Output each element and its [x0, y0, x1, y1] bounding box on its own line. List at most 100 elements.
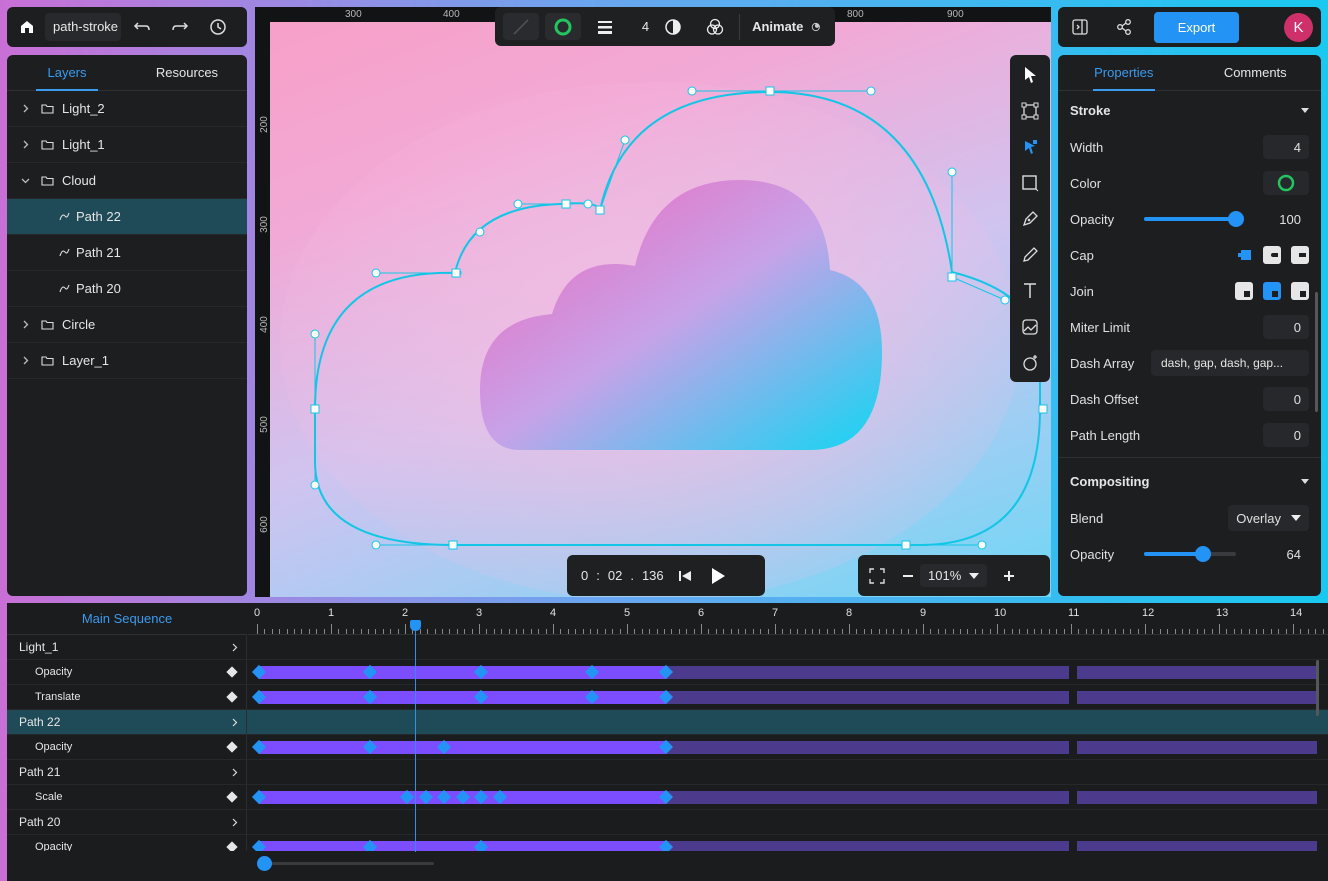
tab-comments[interactable]: Comments [1190, 55, 1322, 90]
stroke-section-header[interactable]: Stroke [1058, 91, 1321, 129]
zoom-out-icon[interactable] [902, 570, 914, 582]
add-keyframe-icon[interactable] [226, 691, 238, 703]
keyframe-track-active[interactable] [259, 691, 666, 704]
keyframe-track-idle[interactable] [1077, 741, 1317, 754]
keyframe-track-idle[interactable] [666, 666, 1069, 679]
cap-square-icon[interactable] [1291, 246, 1309, 264]
chevron-right-icon[interactable] [231, 768, 238, 777]
keyframe-track-idle[interactable] [666, 791, 1069, 804]
miter-limit-input[interactable]: 0 [1263, 315, 1309, 339]
keyframe-track-idle[interactable] [666, 691, 1069, 704]
keyframe-track-active[interactable] [259, 841, 666, 851]
timeline-row[interactable]: Opacity [7, 734, 1328, 760]
time-millis[interactable]: 136 [642, 568, 664, 583]
layer-item[interactable]: Path 22 [7, 199, 247, 235]
add-keyframe-icon[interactable] [226, 741, 238, 753]
skip-to-start-icon[interactable] [678, 569, 692, 583]
node-edit-tool-icon[interactable] [1010, 129, 1050, 165]
pencil-tool-icon[interactable] [1010, 237, 1050, 273]
scrollbar[interactable] [1315, 292, 1318, 412]
timeline-row-header[interactable]: Light_1 [7, 635, 247, 660]
select-tool-icon[interactable] [1010, 57, 1050, 93]
layer-item[interactable]: Light_1 [7, 127, 247, 163]
layer-item[interactable]: Light_2 [7, 91, 247, 127]
fit-screen-icon[interactable] [868, 567, 886, 585]
transform-tool-icon[interactable] [1010, 93, 1050, 129]
avatar[interactable]: K [1284, 12, 1313, 42]
chevron-right-icon[interactable] [21, 320, 35, 329]
keyframe-track-active[interactable] [259, 741, 666, 754]
zoom-select[interactable]: 101% [920, 564, 988, 587]
pen-tool-icon[interactable] [1010, 201, 1050, 237]
timeline-row[interactable]: Path 20 [7, 809, 1328, 835]
chevron-right-icon[interactable] [231, 643, 238, 652]
timeline-scroll-knob[interactable] [257, 856, 272, 871]
timeline-row-header[interactable]: Path 21 [7, 759, 247, 785]
playhead[interactable] [415, 620, 416, 852]
timeline-row[interactable]: Scale [7, 784, 1328, 810]
undo-icon[interactable] [125, 13, 159, 41]
timeline-row[interactable]: Light_1 [7, 635, 1328, 660]
stroke-opacity-value[interactable]: 100 [1263, 207, 1309, 231]
keyframe-track-idle[interactable] [1077, 691, 1317, 704]
add-keyframe-icon[interactable] [226, 666, 238, 678]
timeline-row-header[interactable]: Opacity [7, 834, 247, 851]
layer-item[interactable]: Cloud [7, 163, 247, 199]
timeline-row-header[interactable]: Opacity [7, 734, 247, 760]
timeline-row[interactable]: Path 22 [7, 709, 1328, 735]
timeline-row[interactable]: Path 21 [7, 759, 1328, 785]
share-icon[interactable] [1110, 13, 1138, 41]
compositing-opacity-slider[interactable] [1144, 546, 1236, 562]
keyframe-track-idle[interactable] [1077, 841, 1317, 851]
history-icon[interactable] [201, 13, 235, 41]
play-icon[interactable] [710, 567, 726, 585]
keyframe-track-idle[interactable] [666, 741, 1069, 754]
timeline-row-header[interactable]: Path 22 [7, 709, 247, 735]
join-miter-icon[interactable] [1235, 282, 1253, 300]
timeline-row[interactable]: Opacity [7, 834, 1328, 851]
keyframe-track-active[interactable] [259, 666, 666, 679]
canvas-area[interactable]: 300 400 800 900 200 300 400 500 600 [255, 7, 1051, 597]
zoom-in-icon[interactable] [1003, 570, 1015, 582]
keyframe-track-idle[interactable] [1077, 791, 1317, 804]
timeline-scrollbar[interactable] [264, 862, 434, 865]
tab-properties[interactable]: Properties [1058, 55, 1190, 90]
join-round-icon[interactable] [1263, 282, 1281, 300]
chevron-right-icon[interactable] [231, 818, 238, 827]
chevron-right-icon[interactable] [21, 356, 35, 365]
image-tool-icon[interactable] [1010, 309, 1050, 345]
layer-item[interactable]: Path 21 [7, 235, 247, 271]
stroke-color-swatch[interactable] [1263, 171, 1309, 195]
dash-array-input[interactable]: dash, gap, dash, gap... [1151, 350, 1309, 376]
file-name[interactable]: path-stroke [45, 13, 121, 41]
timeline-row[interactable]: Opacity [7, 659, 1328, 685]
layer-item[interactable]: Layer_1 [7, 343, 247, 379]
timeline-ruler[interactable]: 0 1 2 3 4 5 6 7 8 9 10 11 12 13 14 [248, 603, 1328, 635]
add-keyframe-icon[interactable] [226, 841, 238, 851]
timeline-row[interactable]: Translate [7, 684, 1328, 710]
redo-icon[interactable] [163, 13, 197, 41]
playhead-handle[interactable] [410, 620, 421, 631]
cap-butt-icon[interactable] [1235, 246, 1253, 264]
layer-item[interactable]: Path 20 [7, 271, 247, 307]
time-seconds[interactable]: 02 [608, 568, 622, 583]
time-minutes[interactable]: 0 [581, 568, 588, 583]
stroke-opacity-slider[interactable] [1144, 211, 1244, 227]
layer-item[interactable]: Circle [7, 307, 247, 343]
export-button[interactable]: Export [1154, 11, 1239, 43]
tab-resources[interactable]: Resources [127, 55, 247, 90]
home-icon[interactable] [13, 13, 41, 41]
blend-icon[interactable] [697, 13, 733, 40]
stroke-width-icon[interactable] [587, 13, 623, 40]
stroke-color-icon[interactable] [545, 13, 581, 40]
join-bevel-icon[interactable] [1291, 282, 1309, 300]
keyframe-track-idle[interactable] [666, 841, 1069, 851]
shape-add-tool-icon[interactable] [1010, 345, 1050, 381]
chevron-right-icon[interactable] [21, 104, 35, 113]
timeline-row-header[interactable]: Scale [7, 784, 247, 810]
chevron-right-icon[interactable] [21, 140, 35, 149]
animate-button[interactable]: Animate [746, 13, 827, 40]
timeline-row-header[interactable]: Path 20 [7, 809, 247, 835]
opacity-mask-icon[interactable] [655, 13, 691, 40]
stroke-width-input[interactable]: 4 [1263, 135, 1309, 159]
